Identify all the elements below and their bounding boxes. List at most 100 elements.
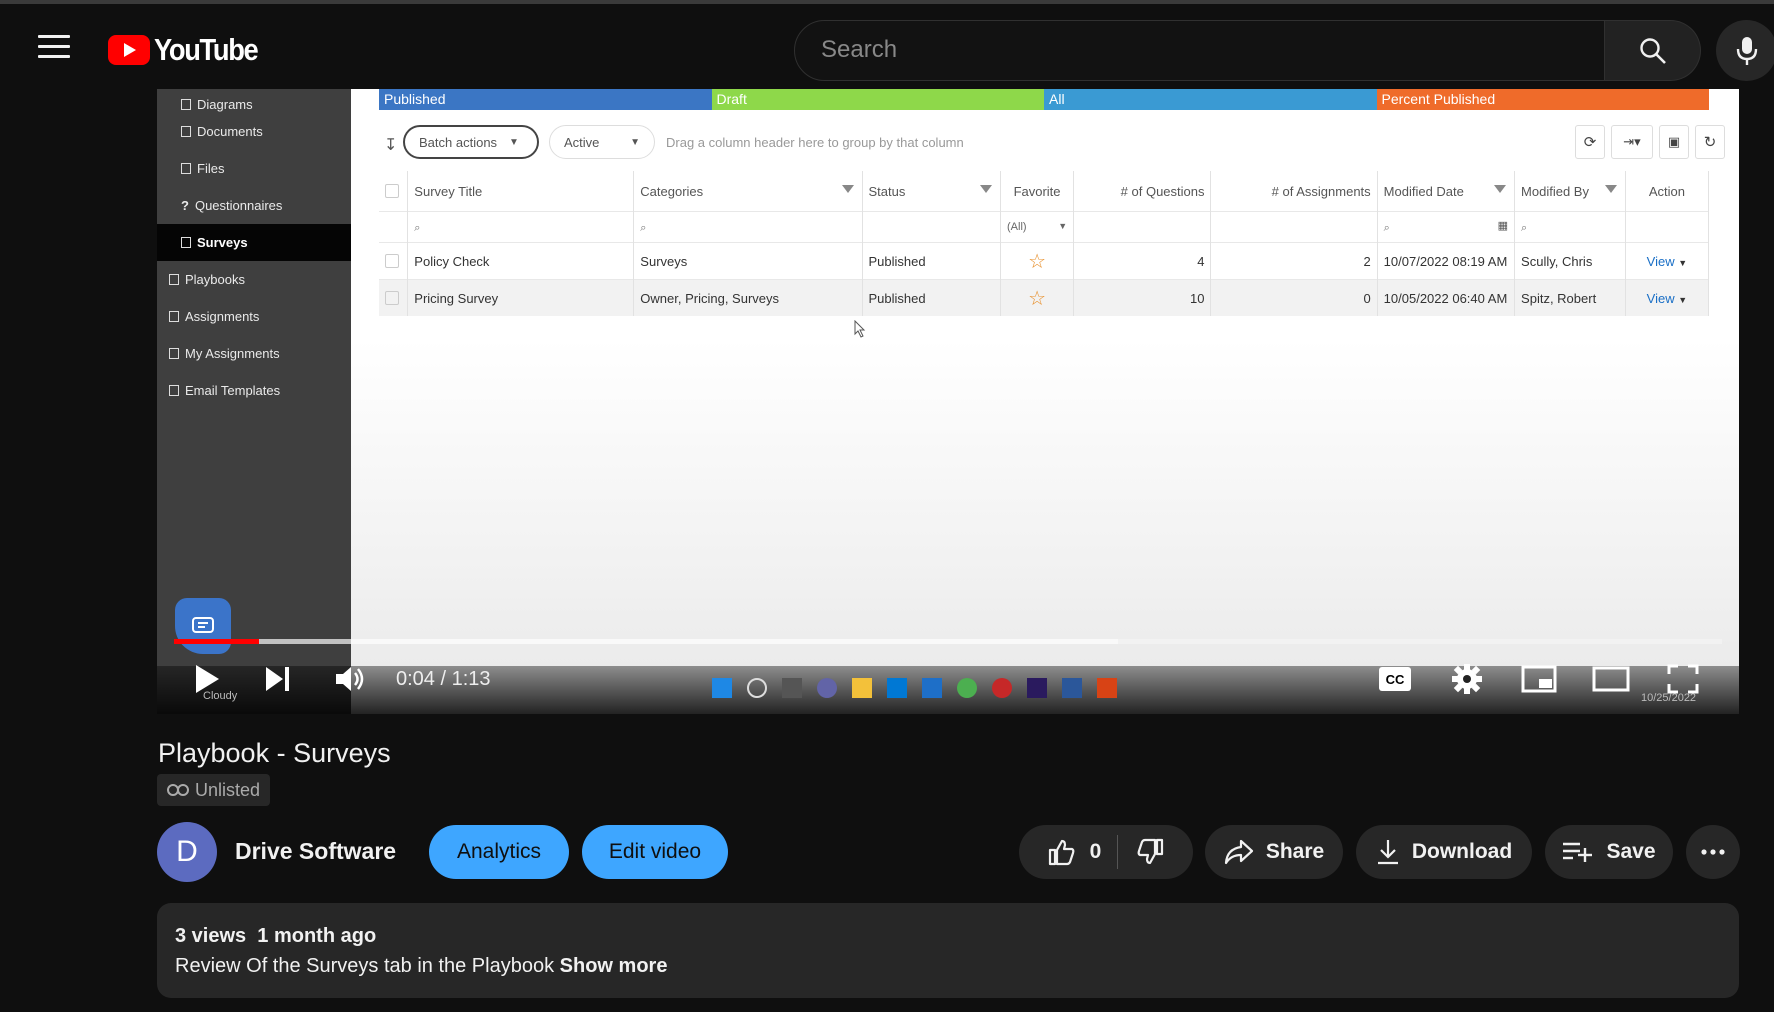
- view-link[interactable]: View: [1647, 254, 1675, 269]
- miniplayer-button[interactable]: [1519, 659, 1559, 699]
- description-text: Review Of the Surveys tab in the Playboo…: [175, 955, 667, 978]
- menu-icon[interactable]: [38, 35, 70, 59]
- caret-down-icon[interactable]: ▼: [1678, 295, 1687, 305]
- sidebar-item-diagrams[interactable]: Diagrams: [181, 89, 253, 119]
- sidebar-item-label: Surveys: [197, 234, 248, 250]
- description-box[interactable]: 3 views 1 month ago Review Of the Survey…: [157, 903, 1739, 998]
- edit-video-button[interactable]: Edit video: [582, 825, 728, 879]
- status-percent-published[interactable]: Percent Published: [1376, 89, 1709, 110]
- share-button[interactable]: Share: [1205, 825, 1343, 879]
- filter-favorite-select[interactable]: (All) ▼: [1000, 211, 1075, 243]
- active-filter-dropdown[interactable]: Active ▼: [549, 125, 655, 159]
- chat-widget-button[interactable]: [175, 598, 231, 654]
- batch-actions-dropdown[interactable]: Batch actions ▼: [403, 125, 539, 159]
- reset-button[interactable]: ↻: [1695, 125, 1725, 159]
- sidebar-item-email-templates[interactable]: Email Templates: [169, 375, 280, 405]
- filter-icon[interactable]: [1494, 185, 1507, 193]
- status-draft[interactable]: Draft: [711, 89, 1044, 110]
- export-button[interactable]: ⇥▾: [1611, 125, 1653, 159]
- sidebar-item-label: My Assignments: [185, 345, 280, 361]
- select-all-cell[interactable]: [379, 171, 409, 212]
- dislike-button[interactable]: [1118, 838, 1164, 866]
- download-button[interactable]: Download: [1356, 825, 1532, 879]
- play-button[interactable]: [187, 659, 227, 699]
- document-icon: [181, 125, 191, 137]
- row-action-menu[interactable]: View ▼: [1625, 279, 1710, 316]
- progress-bar[interactable]: [174, 639, 1722, 644]
- filter-icon[interactable]: [841, 185, 854, 193]
- cell-categories: Surveys: [633, 242, 863, 280]
- column-header-questions[interactable]: # of Questions: [1073, 171, 1212, 212]
- column-header-modified-by[interactable]: Modified By: [1514, 171, 1626, 212]
- table-row[interactable]: Policy Check Surveys Published ☆ 4 2 10/…: [379, 242, 1710, 280]
- visibility-label: Unlisted: [195, 779, 261, 800]
- youtube-logo[interactable]: YouTube: [108, 32, 272, 68]
- filter-icon[interactable]: [1604, 185, 1617, 193]
- analytics-button[interactable]: Analytics: [429, 825, 569, 879]
- sidebar-item-files[interactable]: Files: [181, 153, 224, 183]
- favorite-star-icon[interactable]: ☆: [1000, 242, 1075, 280]
- avatar[interactable]: D: [157, 822, 217, 882]
- mouse-cursor-icon: [854, 320, 866, 338]
- sidebar-item-surveys[interactable]: Surveys: [181, 227, 248, 257]
- next-button[interactable]: [258, 659, 298, 699]
- column-header-favorite[interactable]: Favorite: [1000, 171, 1075, 212]
- cell-survey-title[interactable]: Policy Check: [407, 242, 635, 280]
- sidebar-item-label: Assignments: [185, 308, 260, 324]
- channel-name[interactable]: Drive Software: [235, 838, 396, 865]
- mute-button[interactable]: [330, 659, 370, 699]
- view-link[interactable]: View: [1647, 291, 1675, 306]
- filter-icon[interactable]: [980, 185, 992, 193]
- filter-date-input[interactable]: ⌕ ▦: [1377, 211, 1516, 243]
- column-header-action: Action: [1625, 171, 1710, 212]
- settings-button[interactable]: [1447, 659, 1487, 699]
- captions-button[interactable]: CC: [1375, 659, 1415, 699]
- question-icon: ?: [181, 197, 189, 213]
- sidebar-item-my-assignments[interactable]: My Assignments: [169, 338, 280, 368]
- select-all-checkbox[interactable]: [385, 184, 399, 198]
- status-published[interactable]: Published: [379, 89, 712, 110]
- column-header-modified-date[interactable]: Modified Date: [1377, 171, 1516, 212]
- show-more-button[interactable]: Show more: [560, 955, 668, 977]
- refresh-button[interactable]: ⟳: [1575, 125, 1605, 159]
- theater-mode-button[interactable]: [1591, 659, 1631, 699]
- player-controls: 0:04 / 1:13 CC: [157, 649, 1739, 709]
- more-actions-button[interactable]: [1686, 825, 1740, 879]
- column-header-status[interactable]: Status: [862, 171, 1002, 212]
- row-action-menu[interactable]: View ▼: [1625, 242, 1710, 280]
- row-checkbox[interactable]: [385, 254, 399, 268]
- video-player[interactable]: Diagrams Documents Files ? Questionnaires…: [157, 89, 1739, 714]
- search-button[interactable]: [1605, 20, 1701, 81]
- sidebar-item-label: Diagrams: [197, 96, 253, 112]
- calendar-icon[interactable]: ▦: [1498, 219, 1508, 232]
- caret-down-icon[interactable]: ▼: [1678, 258, 1687, 268]
- row-checkbox[interactable]: [385, 291, 399, 305]
- column-header-survey-title[interactable]: Survey Title: [407, 171, 635, 212]
- sidebar-item-label: Questionnaires: [194, 197, 283, 213]
- fullscreen-button[interactable]: [1663, 659, 1703, 699]
- column-header-categories[interactable]: Categories: [633, 171, 863, 212]
- sidebar-item-playbooks[interactable]: Playbooks: [169, 264, 245, 294]
- sidebar-item-assignments[interactable]: Assignments: [169, 301, 259, 331]
- like-button[interactable]: 0: [1048, 835, 1119, 869]
- sidebar-item-documents[interactable]: Documents: [181, 116, 263, 146]
- table-row[interactable]: Pricing Survey Owner, Pricing, Surveys P…: [379, 279, 1710, 316]
- favorite-star-icon[interactable]: ☆: [1000, 279, 1075, 316]
- columns-button[interactable]: ▣: [1659, 125, 1689, 159]
- play-icon: [196, 665, 219, 693]
- save-button[interactable]: Save: [1545, 825, 1673, 879]
- cell-survey-title[interactable]: Pricing Survey: [407, 279, 635, 316]
- column-header-assignments[interactable]: # of Assignments: [1210, 171, 1378, 212]
- voice-search-button[interactable]: [1716, 20, 1774, 81]
- filter-modified-by-input[interactable]: ⌕: [1514, 211, 1626, 243]
- caret-down-icon: ▼: [1058, 221, 1068, 231]
- unlisted-badge: Unlisted: [157, 774, 271, 806]
- search-input[interactable]: [819, 35, 1583, 65]
- sidebar-item-questionnaires[interactable]: ? Questionnaires: [181, 190, 282, 220]
- grid-filter-row: ⌕ ⌕ (All) ▼ ⌕ ▦ ⌕: [379, 211, 1710, 243]
- filter-title-input[interactable]: ⌕: [407, 211, 635, 243]
- status-all[interactable]: All: [1044, 89, 1377, 110]
- columns-icon: ▣: [1667, 134, 1681, 149]
- filter-categories-input[interactable]: ⌕: [633, 211, 863, 243]
- sort-icon[interactable]: ↧: [384, 135, 397, 155]
